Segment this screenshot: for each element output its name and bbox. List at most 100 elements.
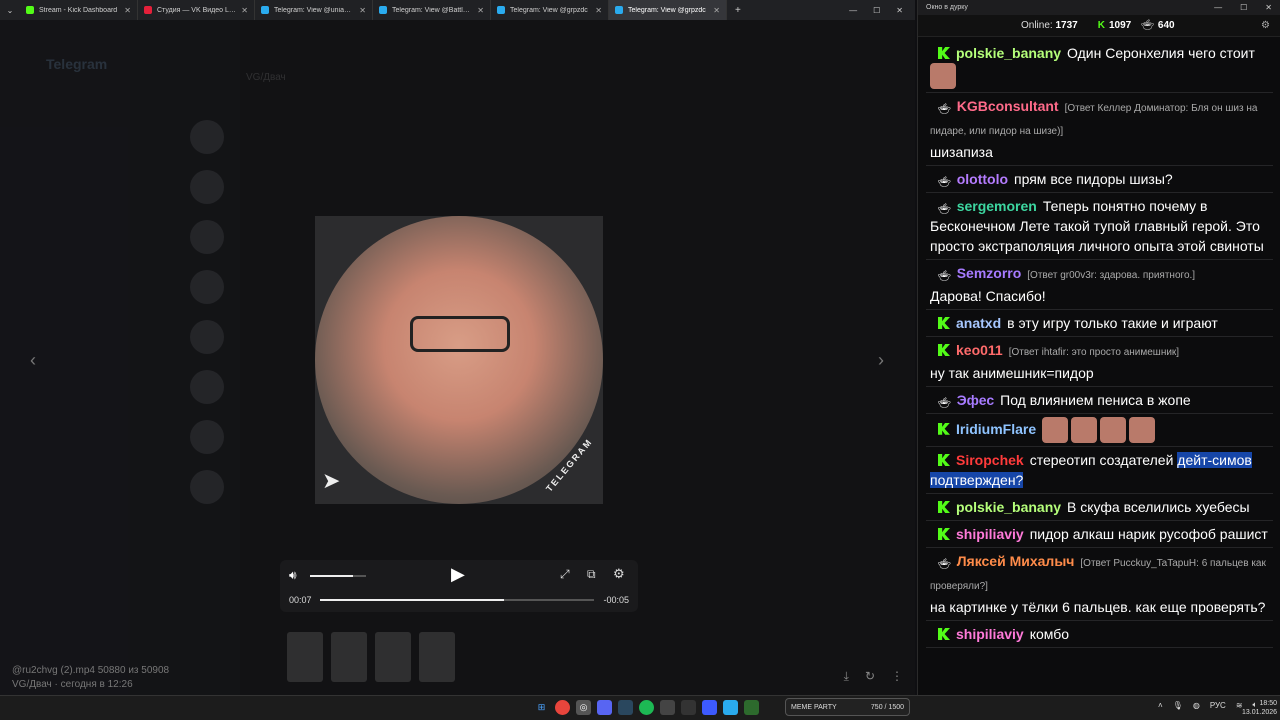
video-player-controls: 🔊︎ ▶ ⤢ ⧉ ⚙ 00:07 -00:05: [280, 560, 638, 612]
chat-username[interactable]: Эфес: [957, 392, 994, 408]
tab-close-icon[interactable]: ✕: [359, 6, 366, 15]
telegram-icon[interactable]: [723, 700, 738, 715]
browser-tab[interactable]: Telegram: View @BattleSailor13 ✕: [373, 0, 491, 20]
obs-icon[interactable]: [660, 700, 675, 715]
rotate-icon[interactable]: ↻: [865, 669, 875, 684]
video-message-circle[interactable]: [315, 216, 603, 504]
browser-tab[interactable]: Telegram: View @grpzdc ✕: [491, 0, 609, 20]
app-icon[interactable]: [681, 700, 696, 715]
file-info: @ru2chvg (2).mp4 50880 из 50908 VG/Двач …: [12, 664, 169, 692]
tab-search-chevron-icon[interactable]: ⌄: [0, 0, 20, 20]
kick-badge-icon: [938, 501, 950, 513]
mic-icon[interactable]: 🎙︎: [1173, 701, 1183, 710]
chat-text: Под влиянием пениса в жопе: [1000, 392, 1191, 408]
time-remaining: -00:05: [603, 595, 629, 605]
chat-username[interactable]: shipiliaviy: [956, 626, 1024, 642]
chat-stats-bar: Online: 1737 K 1097 🍲︎ 640 ⚙: [918, 15, 1280, 37]
fullscreen-icon[interactable]: ⤢: [560, 567, 570, 582]
pot-badge-icon: 🍲︎: [938, 559, 951, 570]
tab-close-icon[interactable]: ✕: [124, 6, 131, 15]
chat-text: Один Серонхелия чего стоит: [1067, 45, 1255, 61]
close-icon[interactable]: ✕: [1265, 3, 1272, 12]
browser-tab[interactable]: Stream - Kick Dashboard ✕: [20, 0, 138, 20]
more-icon[interactable]: ⋮: [891, 669, 903, 684]
chat-username[interactable]: anatxd: [956, 315, 1001, 331]
browser-tab[interactable]: Студия — VK Видео Live ✕: [138, 0, 255, 20]
seek-bar[interactable]: [320, 599, 594, 601]
chrome-icon[interactable]: [555, 700, 570, 715]
chat-window: Окно в дурку — ☐ ✕ Online: 1737 K 1097 🍲︎ 64…: [917, 0, 1280, 695]
previous-media-icon[interactable]: ‹: [30, 350, 36, 371]
chat-message: polskie_banany Один Серонхелия чего стоит: [926, 40, 1273, 93]
kick-count: 1097: [1108, 20, 1132, 31]
video-content: [410, 316, 510, 352]
settings-icon[interactable]: ⚙: [1261, 20, 1270, 31]
search-icon[interactable]: ◎: [576, 700, 591, 715]
tab-label: Студия — VK Видео Live: [157, 6, 237, 14]
browser-tab[interactable]: Telegram: View @grpzdc ✕: [609, 0, 727, 20]
chat-username[interactable]: keo011: [956, 342, 1003, 358]
clock[interactable]: 18:50 13.01.2026: [1242, 699, 1277, 717]
emote-image: [1129, 417, 1156, 443]
kick-badge-icon: [938, 47, 950, 59]
telegram-logo-text: Telegram: [46, 56, 108, 72]
file-meta: VG/Двач · сегодня в 12:26: [12, 679, 133, 690]
chat-username[interactable]: polskie_banany: [956, 499, 1061, 515]
next-media-icon[interactable]: ›: [878, 350, 884, 371]
chat-username[interactable]: olottolo: [957, 171, 1008, 187]
language-indicator[interactable]: РУС: [1210, 701, 1226, 710]
chat-username[interactable]: KGBconsultant: [957, 98, 1059, 114]
kick-app-icon[interactable]: [744, 700, 759, 715]
download-icon[interactable]: ⤓: [844, 669, 849, 684]
spotify-icon[interactable]: [639, 700, 654, 715]
reply-quote: [Ответ gr00v3r: здарова. приятного.]: [1027, 270, 1196, 281]
network-icon[interactable]: ◍: [1193, 701, 1200, 710]
chat-text: прям все пидоры шизы?: [1014, 171, 1173, 187]
tab-close-icon[interactable]: ✕: [595, 6, 602, 15]
new-tab-button[interactable]: +: [727, 5, 749, 16]
tab-favicon-icon: [497, 6, 505, 14]
tab-label: Stream - Kick Dashboard: [39, 6, 118, 14]
pot-badge-icon: 🍲︎: [938, 398, 951, 409]
minimize-icon[interactable]: —: [849, 6, 857, 15]
chat-titlebar: Окно в дурку — ☐ ✕: [918, 0, 1280, 15]
emote-image: [1100, 417, 1127, 443]
chat-message: polskie_banany В скуфа вселились хуебесы: [926, 494, 1273, 521]
kick-badge-icon: [938, 628, 950, 640]
seek-fill: [320, 599, 504, 601]
gear-icon[interactable]: ⚙: [613, 566, 625, 582]
chat-username[interactable]: sergemoren: [957, 198, 1037, 214]
tab-favicon-icon: [261, 6, 269, 14]
steam-icon[interactable]: [618, 700, 633, 715]
tab-close-icon[interactable]: ✕: [713, 6, 720, 15]
tab-favicon-icon: [144, 6, 152, 14]
kick-badge-icon: [938, 528, 950, 540]
chat-username[interactable]: polskie_banany: [956, 45, 1061, 61]
tray-chevron-icon[interactable]: ˄: [1158, 701, 1163, 710]
tab-close-icon[interactable]: ✕: [241, 6, 248, 15]
play-button[interactable]: ▶: [451, 564, 465, 585]
windows-start-icon[interactable]: ⊞: [534, 700, 549, 715]
chat-username[interactable]: Ляксей Михалыч: [957, 553, 1075, 569]
online-count: 1737: [1055, 20, 1078, 31]
picture-in-picture-icon[interactable]: ⧉: [587, 567, 596, 582]
maximize-icon[interactable]: ☐: [1240, 3, 1247, 12]
browser-tab[interactable]: Telegram: View @uniannet ✕: [255, 0, 373, 20]
volume-fill: [310, 575, 353, 577]
volume-slider[interactable]: [310, 575, 366, 577]
player-icon[interactable]: [702, 700, 717, 715]
chat-username[interactable]: IridiumFlare: [956, 421, 1036, 437]
chat-username[interactable]: shipiliaviy: [956, 526, 1024, 542]
tab-close-icon[interactable]: ✕: [477, 6, 484, 15]
discord-icon[interactable]: [597, 700, 612, 715]
close-window-icon[interactable]: ✕: [896, 6, 903, 15]
volume-icon[interactable]: 🔊︎: [289, 568, 297, 583]
kick-badge-icon: [938, 454, 950, 466]
chat-username[interactable]: Siropchek: [956, 452, 1024, 468]
pot-count: 640: [1157, 20, 1175, 31]
chat-username[interactable]: Semzorro: [957, 265, 1022, 281]
minimize-icon[interactable]: —: [1214, 3, 1222, 12]
viewer-tools: ⤓ ↻ ⋮: [844, 669, 903, 684]
maximize-icon[interactable]: ☐: [873, 6, 880, 15]
meme-party-widget[interactable]: MEME PARTY 750 / 1500: [785, 698, 910, 716]
